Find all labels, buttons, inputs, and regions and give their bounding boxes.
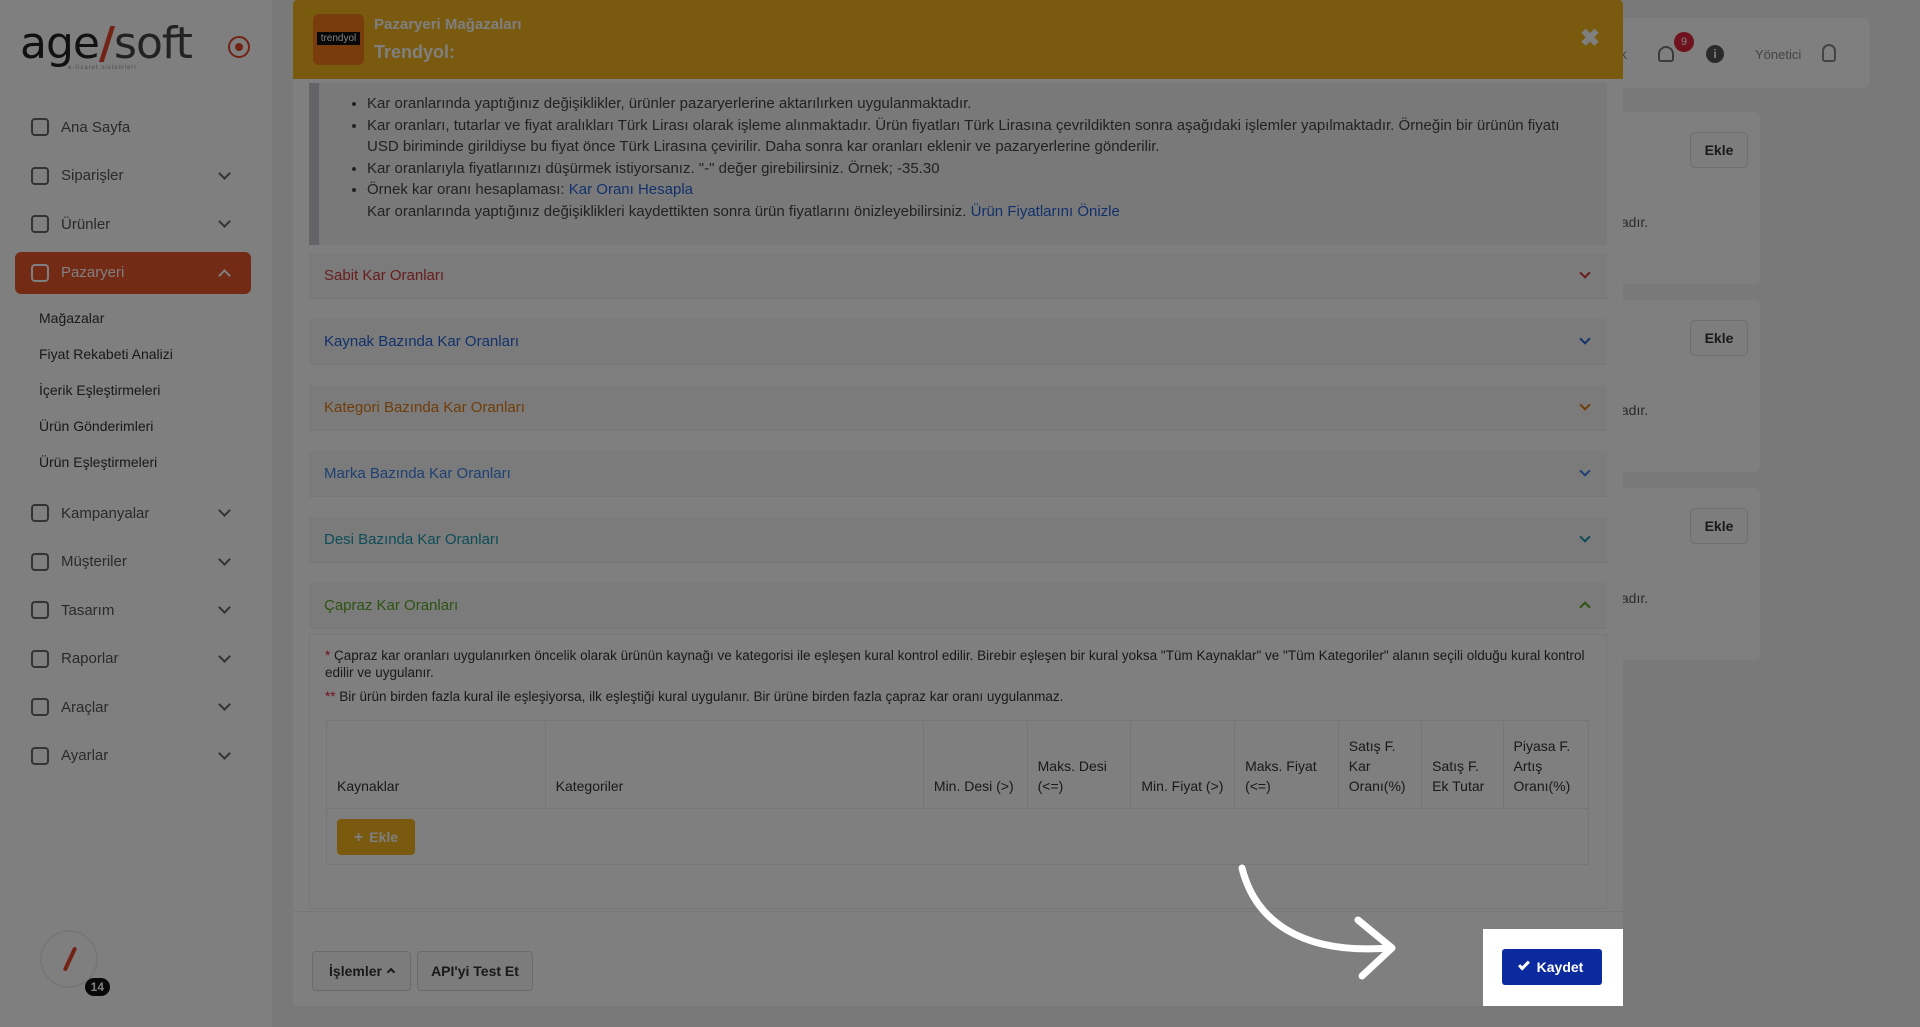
check-icon: [1517, 958, 1530, 971]
dim-overlay: [0, 0, 1920, 1027]
save-label: Kaydet: [1536, 959, 1584, 975]
pointer-arrow-icon: [1238, 864, 1396, 980]
save-button[interactable]: Kaydet: [1502, 949, 1602, 985]
